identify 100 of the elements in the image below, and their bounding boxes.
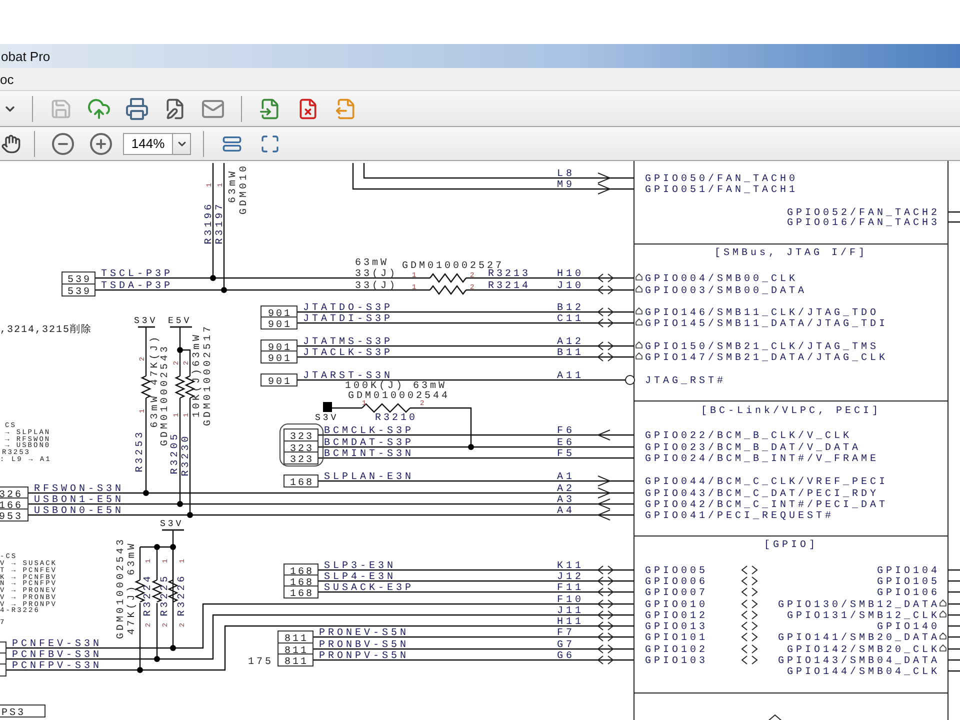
- offpage-connector: 323: [284, 428, 318, 443]
- signal-arrow-icon: [741, 610, 758, 620]
- ball-label: B11: [557, 348, 584, 359]
- net-label: TSCL-P3P: [101, 269, 174, 280]
- junction-dot: [137, 667, 143, 673]
- part-label: R3224: [143, 574, 154, 616]
- pin-marker-icon: [636, 352, 642, 360]
- chip-section-title: [BC-Link/VLPC, PECI]: [700, 406, 882, 417]
- wire: [948, 659, 960, 661]
- signal-arrow-icon: [597, 286, 614, 294]
- ball-label: H11: [557, 617, 584, 628]
- part-label: R3226: [177, 574, 188, 616]
- part-label: R3205: [170, 432, 181, 474]
- chip-section-title: [GPIO]: [764, 540, 818, 551]
- chip-pin-label: GPIO145/SMB11_DATA/JTAG_TDI: [645, 319, 888, 330]
- signal-arrow-icon: [597, 308, 614, 316]
- ball-label: A1: [557, 472, 576, 483]
- offpage-connector: 323: [284, 452, 318, 466]
- ball-label: A3: [557, 495, 576, 506]
- part-label: GDM010002517: [203, 324, 214, 426]
- part-label: R3253: [135, 430, 146, 472]
- junction-dot: [170, 645, 176, 651]
- ball-label: A12: [557, 337, 584, 348]
- chip-pin-label: GPIO044/BCM_C_CLK/VREF_PECI: [645, 477, 888, 488]
- chip-pin-label: GPIO016/FAN_TACH3: [786, 218, 940, 229]
- ball-label: A2: [557, 484, 576, 495]
- signal-arrow-icon: [741, 644, 758, 654]
- chip-pin-label: GPIO147/SMB21_DATA/JTAG_CLK: [645, 353, 888, 364]
- pin-marker-icon: [940, 644, 946, 652]
- net-label: SLP3-E3N: [324, 561, 396, 572]
- part-label: 175: [248, 657, 274, 668]
- pin-marker-icon: [940, 632, 946, 640]
- chip-pin-label: GPIO007: [645, 588, 708, 599]
- chip-pin-label: GPIO104: [876, 566, 940, 577]
- inverted-pin-circle: [625, 375, 635, 385]
- part-label: GDM010: [239, 164, 250, 214]
- chip-pin-label: GPIO106: [876, 588, 940, 599]
- chip-pin-label: GPIO051/FAN_TACH1: [645, 185, 798, 196]
- wire: [331, 407, 362, 409]
- signal-arrow-icon: [597, 274, 614, 282]
- part-label: S3V: [134, 316, 158, 326]
- chip-pin-label: GPIO041/PECI_REQUEST#: [645, 511, 834, 522]
- pin-marker-icon: [940, 599, 946, 606]
- wire: [948, 603, 960, 605]
- ball-label: J10: [557, 281, 584, 292]
- offpage-connector: 953: [0, 508, 28, 523]
- signal-arrow-icon: [741, 566, 758, 574]
- chip-pin-label: GPIO141/SMB20_DATA: [778, 633, 940, 644]
- part-label: S3V: [315, 413, 339, 423]
- ball-label: E6: [557, 438, 576, 449]
- net-label: PCNFPV-S3N: [12, 661, 102, 672]
- pin-marker-icon: [636, 285, 642, 292]
- signal-arrow-icon: [741, 632, 758, 642]
- part-label: R3197: [215, 202, 226, 244]
- part-label: E5V: [168, 316, 192, 326]
- part-label: 100K(J) 63mW: [345, 381, 448, 392]
- chip-pin-label: GPIO023/BCM_B_DAT/V_DATA: [645, 443, 862, 454]
- part-label: S3V: [160, 519, 184, 529]
- offpage-connector: 811: [278, 654, 314, 668]
- net-label: BCMINT-S3N: [324, 449, 414, 460]
- fit-width-icon: [222, 134, 242, 154]
- power-terminal-square: [323, 402, 332, 412]
- net-label: USBON0-E5N: [34, 506, 124, 517]
- signal-arrow-icon: [741, 622, 758, 630]
- ball-label: K11: [557, 561, 584, 572]
- chip-pin-label: GPIO010: [645, 600, 708, 611]
- chip-pin-label: GPIO105: [876, 577, 940, 588]
- part-label: 47K(J) 63mW: [127, 541, 138, 635]
- wire: [948, 569, 960, 571]
- resistor-symbol: [430, 285, 466, 295]
- ball-label: J11: [557, 606, 584, 617]
- part-label: R3210: [375, 413, 418, 424]
- zoom-dropdown-button[interactable]: [173, 132, 191, 154]
- chip-pin-label: GPIO130/SMB12_DATA: [778, 600, 940, 611]
- offpage-connector: 539: [62, 284, 96, 298]
- net-label: PCNFEV-S3N: [12, 639, 102, 650]
- chip-pin-label: GPIO050/FAN_TACH0: [645, 174, 798, 185]
- signal-arrow-icon: [597, 342, 614, 350]
- chip-pin-label: GPIO144/SMB04_CLK: [786, 667, 940, 678]
- menu-item[interactable]: oc: [0, 72, 14, 86]
- offpage-connector: PS3: [0, 704, 46, 719]
- net-label: SLP4-E3N: [324, 572, 396, 583]
- chip-pin-label: GPIO006: [645, 577, 708, 588]
- signal-arrow-icon: [741, 600, 758, 608]
- chip-pin-label: GPIO005: [645, 566, 708, 577]
- signal-arrow-icon: [741, 588, 758, 596]
- net-label: USBON1-E5N: [34, 495, 124, 506]
- chip-pin-label: GPIO043/BCM_C_DAT/PECI_RDY: [645, 489, 880, 500]
- chip-pin-label: GPIO012: [645, 611, 708, 622]
- chip-pin-label: GPIO102: [645, 645, 708, 656]
- net-label: JTATDO-S3P: [303, 303, 394, 314]
- part-label: 63mW: [228, 169, 239, 203]
- net-label: PRONEV-S5N: [319, 628, 410, 639]
- chip-pin-label: JTAG_RST#: [645, 376, 726, 387]
- signal-arrow-icon: [597, 576, 614, 586]
- zoom-field[interactable]: 144%: [123, 132, 173, 154]
- wire: [948, 648, 960, 650]
- chip-pin-label: GPIO131/SMB12_CLK: [786, 611, 940, 622]
- net-label: JTARST-S3N: [303, 371, 394, 382]
- resistor-symbol: [430, 273, 466, 283]
